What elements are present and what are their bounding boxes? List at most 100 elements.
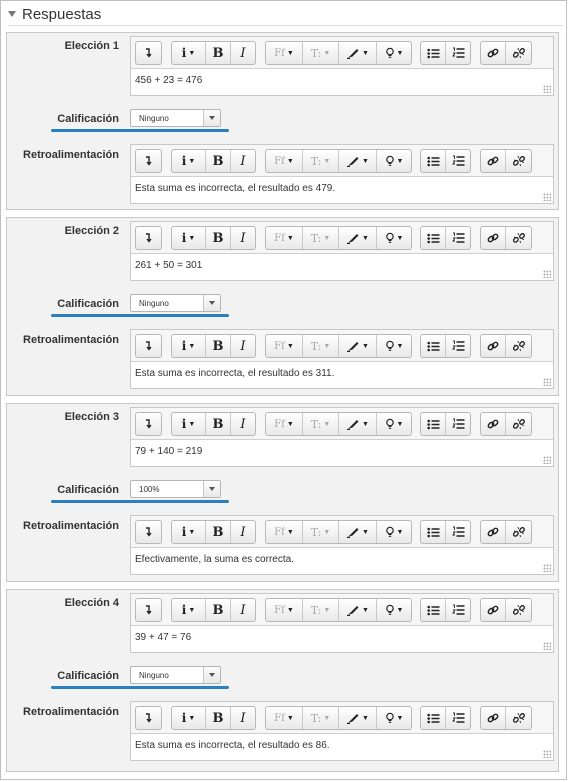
- bold-icon[interactable]: B: [206, 150, 231, 172]
- font-family-icon[interactable]: Ff ▼: [266, 227, 303, 249]
- feedback-text-area[interactable]: Efectivamente, la suma es correcta.: [131, 548, 553, 574]
- numbered-list-icon[interactable]: [446, 413, 470, 435]
- highlight-icon[interactable]: ▼: [377, 521, 411, 543]
- link-icon[interactable]: [481, 521, 506, 543]
- resize-grip-icon[interactable]: [543, 456, 551, 464]
- highlight-icon[interactable]: ▼: [377, 150, 411, 172]
- collapse-icon[interactable]: [136, 413, 161, 435]
- unlink-icon[interactable]: [506, 42, 531, 64]
- answer-editor[interactable]: i ▼ B I Ff ▼ T: ▼ ▼ ▼: [130, 593, 554, 653]
- italic-icon[interactable]: I: [231, 227, 255, 249]
- info-icon[interactable]: i ▼: [172, 521, 206, 543]
- feedback-editor[interactable]: i ▼ B I Ff ▼ T: ▼ ▼ ▼: [130, 515, 554, 575]
- font-family-icon[interactable]: Ff ▼: [266, 521, 303, 543]
- collapse-icon[interactable]: [136, 42, 161, 64]
- text-color-icon[interactable]: ▼: [339, 42, 377, 64]
- italic-icon[interactable]: I: [231, 413, 255, 435]
- info-icon[interactable]: i ▼: [172, 227, 206, 249]
- text-color-icon[interactable]: ▼: [339, 413, 377, 435]
- feedback-text-area[interactable]: Esta suma es incorrecta, el resultado es…: [131, 734, 553, 760]
- italic-icon[interactable]: I: [231, 707, 255, 729]
- resize-grip-icon[interactable]: [543, 85, 551, 93]
- highlight-icon[interactable]: ▼: [377, 413, 411, 435]
- answer-text-area[interactable]: 261 + 50 = 301: [131, 254, 553, 280]
- grade-select[interactable]: Ninguno: [130, 294, 221, 312]
- numbered-list-icon[interactable]: [446, 150, 470, 172]
- highlight-icon[interactable]: ▼: [377, 335, 411, 357]
- bold-icon[interactable]: B: [206, 599, 231, 621]
- grade-select[interactable]: Ninguno: [130, 109, 221, 127]
- highlight-icon[interactable]: ▼: [377, 707, 411, 729]
- info-icon[interactable]: i ▼: [172, 42, 206, 64]
- numbered-list-icon[interactable]: [446, 42, 470, 64]
- info-icon[interactable]: i ▼: [172, 413, 206, 435]
- italic-icon[interactable]: I: [231, 150, 255, 172]
- dropdown-arrow-icon[interactable]: [203, 110, 220, 126]
- highlight-icon[interactable]: ▼: [377, 599, 411, 621]
- text-size-icon[interactable]: T: ▼: [303, 521, 339, 543]
- font-family-icon[interactable]: Ff ▼: [266, 599, 303, 621]
- collapse-icon[interactable]: [136, 227, 161, 249]
- text-size-icon[interactable]: T: ▼: [303, 42, 339, 64]
- collapse-icon[interactable]: [136, 335, 161, 357]
- bullet-list-icon[interactable]: [421, 413, 446, 435]
- bullet-list-icon[interactable]: [421, 150, 446, 172]
- text-color-icon[interactable]: ▼: [339, 707, 377, 729]
- italic-icon[interactable]: I: [231, 335, 255, 357]
- text-color-icon[interactable]: ▼: [339, 335, 377, 357]
- collapse-icon[interactable]: [136, 150, 161, 172]
- grade-select[interactable]: Ninguno: [130, 666, 221, 684]
- bullet-list-icon[interactable]: [421, 227, 446, 249]
- resize-grip-icon[interactable]: [543, 270, 551, 278]
- resize-grip-icon[interactable]: [543, 642, 551, 650]
- info-icon[interactable]: i ▼: [172, 599, 206, 621]
- grade-select[interactable]: 100%: [130, 480, 221, 498]
- link-icon[interactable]: [481, 335, 506, 357]
- unlink-icon[interactable]: [506, 599, 531, 621]
- section-header[interactable]: Respuestas: [8, 4, 101, 24]
- bold-icon[interactable]: B: [206, 707, 231, 729]
- italic-icon[interactable]: I: [231, 521, 255, 543]
- answer-text-area[interactable]: 39 + 47 = 76: [131, 626, 553, 652]
- dropdown-arrow-icon[interactable]: [203, 295, 220, 311]
- numbered-list-icon[interactable]: [446, 521, 470, 543]
- resize-grip-icon[interactable]: [543, 564, 551, 572]
- bold-icon[interactable]: B: [206, 413, 231, 435]
- unlink-icon[interactable]: [506, 707, 531, 729]
- italic-icon[interactable]: I: [231, 42, 255, 64]
- text-size-icon[interactable]: T: ▼: [303, 150, 339, 172]
- link-icon[interactable]: [481, 42, 506, 64]
- link-icon[interactable]: [481, 150, 506, 172]
- bold-icon[interactable]: B: [206, 42, 231, 64]
- unlink-icon[interactable]: [506, 413, 531, 435]
- font-family-icon[interactable]: Ff ▼: [266, 335, 303, 357]
- highlight-icon[interactable]: ▼: [377, 42, 411, 64]
- text-color-icon[interactable]: ▼: [339, 521, 377, 543]
- bullet-list-icon[interactable]: [421, 707, 446, 729]
- bullet-list-icon[interactable]: [421, 521, 446, 543]
- link-icon[interactable]: [481, 227, 506, 249]
- numbered-list-icon[interactable]: [446, 707, 470, 729]
- info-icon[interactable]: i ▼: [172, 150, 206, 172]
- link-icon[interactable]: [481, 707, 506, 729]
- feedback-text-area[interactable]: Esta suma es incorrecta, el resultado es…: [131, 362, 553, 388]
- resize-grip-icon[interactable]: [543, 750, 551, 758]
- dropdown-arrow-icon[interactable]: [203, 667, 220, 683]
- link-icon[interactable]: [481, 413, 506, 435]
- collapse-icon[interactable]: [136, 707, 161, 729]
- dropdown-arrow-icon[interactable]: [203, 481, 220, 497]
- feedback-editor[interactable]: i ▼ B I Ff ▼ T: ▼ ▼ ▼: [130, 144, 554, 204]
- resize-grip-icon[interactable]: [543, 193, 551, 201]
- text-size-icon[interactable]: T: ▼: [303, 413, 339, 435]
- italic-icon[interactable]: I: [231, 599, 255, 621]
- numbered-list-icon[interactable]: [446, 227, 470, 249]
- bold-icon[interactable]: B: [206, 227, 231, 249]
- feedback-text-area[interactable]: Esta suma es incorrecta, el resultado es…: [131, 177, 553, 203]
- bold-icon[interactable]: B: [206, 521, 231, 543]
- font-family-icon[interactable]: Ff ▼: [266, 42, 303, 64]
- bullet-list-icon[interactable]: [421, 599, 446, 621]
- answer-editor[interactable]: i ▼ B I Ff ▼ T: ▼ ▼ ▼: [130, 36, 554, 96]
- unlink-icon[interactable]: [506, 521, 531, 543]
- numbered-list-icon[interactable]: [446, 599, 470, 621]
- collapse-triangle-icon[interactable]: [8, 11, 16, 17]
